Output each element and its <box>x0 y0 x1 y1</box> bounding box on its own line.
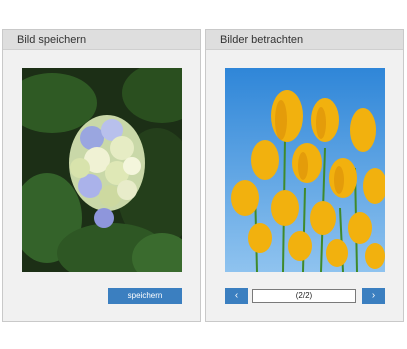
hydrangea-photo <box>22 68 182 272</box>
view-panel-title: Bilder betrachten <box>206 30 403 50</box>
previous-image-button[interactable]: ‹ <box>225 288 248 304</box>
view-images-panel: Bilder betrachten ‹ (2/2) › <box>205 29 404 322</box>
next-image-button[interactable]: › <box>362 288 385 304</box>
save-button[interactable]: speichern <box>108 288 182 304</box>
tulips-photo <box>225 68 385 272</box>
save-image-panel: Bild speichern speichern <box>2 29 201 322</box>
save-panel-title: Bild speichern <box>3 30 200 50</box>
image-counter-field: (2/2) <box>252 289 356 303</box>
